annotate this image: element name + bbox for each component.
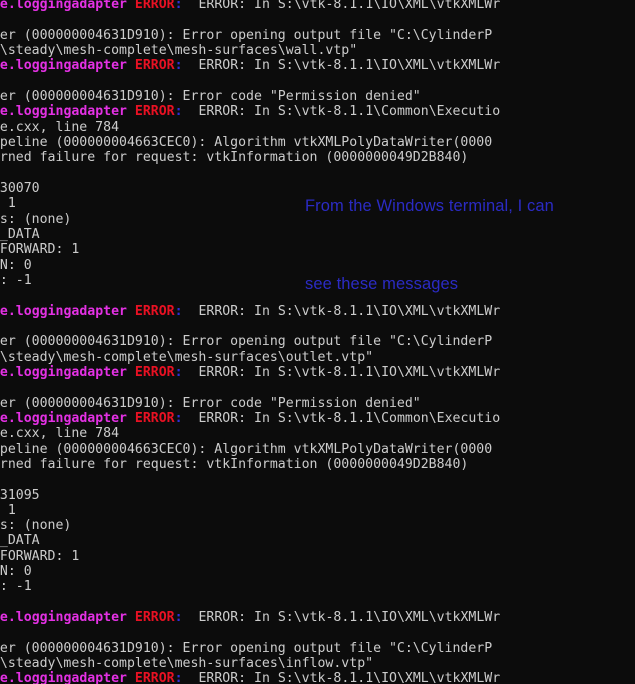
- console-text: 00004631D910) returned failure for reque…: [0, 456, 469, 472]
- console-text-line: nModel\vtkExecutive.cxx, line 784: [0, 120, 635, 135]
- console-text: roject\Simulations\steady\mesh-complete\…: [0, 349, 374, 365]
- log-level-error: ERROR: [134, 303, 175, 319]
- console-text: roject\Simulations\steady\mesh-complete\…: [0, 656, 374, 672]
- log-message: ERROR: In S:\vtk-8.1.1\IO\XML\vtkXMLWr: [182, 671, 501, 684]
- log-line: 29.16 core.mod.core.loggingadapter ERROR…: [0, 58, 635, 73]
- log-logger-name: core.mod.core.loggingadapter: [0, 410, 127, 426]
- log-logger-name: core.mod.core.loggingadapter: [0, 671, 127, 684]
- log-level-error: ERROR: [134, 364, 175, 380]
- console-text: ALGORITHM_AFTER_FORWARD: 1: [0, 242, 80, 258]
- console-text: nModel\vtkExecutive.cxx, line 784: [0, 426, 120, 442]
- log-level-colon: :: [174, 104, 183, 120]
- log-message: ERROR: In S:\vtk-8.1.1\Common\Executio: [182, 104, 501, 120]
- console-text: vtkXMLPolyDataWriter (000000004631D910):…: [0, 27, 493, 43]
- console-text-line: nModel\vtkExecutive.cxx, line 784: [0, 426, 635, 441]
- console-text-line: iter.cxx, line 861: [0, 625, 635, 640]
- console-text: Modified Time: 230070: [0, 180, 40, 196]
- log-level-error: ERROR: [134, 610, 175, 626]
- console-text: roject\Simulations\steady\mesh-complete\…: [0, 42, 358, 58]
- console-text: vtkCompositeDataPipeline (000000004663CE…: [0, 441, 493, 457]
- log-level-error: ERROR: [134, 104, 175, 120]
- log-line: 29.20 core.mod.core.loggingadapter ERROR…: [0, 365, 635, 380]
- console-text: FORWARD_DIRECTION: 0: [0, 564, 32, 580]
- log-message: ERROR: In S:\vtk-8.1.1\IO\XML\vtkXMLWr: [182, 610, 501, 626]
- log-level-colon: :: [174, 671, 183, 684]
- log-line: 29.17 core.mod.core.loggingadapter ERROR…: [0, 104, 635, 119]
- console-text: vtkXMLPolyDataWriter (000000004631D910):…: [0, 88, 421, 104]
- log-logger-name: core.mod.core.loggingadapter: [0, 303, 127, 319]
- log-level-colon: :: [174, 0, 183, 12]
- annotation-line-2: see these messages: [305, 275, 459, 293]
- annotation-line-1: From the Windows terminal, I can: [305, 197, 554, 215]
- console-text-line: Reference Count: 1: [0, 503, 635, 518]
- console-text: Registered Events: (none): [0, 518, 72, 534]
- log-level-error: ERROR: [134, 671, 175, 684]
- console-text-line: iter.cxx, line 864: [0, 74, 635, 89]
- log-line: 29.24 core.mod.core.loggingadapter ERROR…: [0, 610, 635, 625]
- console-text-line: 00004631D910) returned failure for reque…: [0, 457, 635, 472]
- console-text-line: Request: REQUEST_DATA: [0, 533, 635, 548]
- console-text-line: vtkXMLPolyDataWriter (000000004631D910):…: [0, 641, 635, 656]
- console-text: Reference Count: 1: [7, 502, 16, 518]
- log-line: 29.15 core.mod.core.loggingadapter ERROR…: [0, 0, 635, 12]
- log-level-colon: :: [174, 58, 183, 74]
- console-text-line: vtkXMLPolyDataWriter (000000004631D910):…: [0, 28, 635, 43]
- log-logger-name: core.mod.core.loggingadapter: [0, 0, 127, 12]
- log-line: 29.21 core.mod.core.loggingadapter ERROR…: [0, 411, 635, 426]
- console-text-line: iter.cxx, line 864: [0, 380, 635, 395]
- log-level-colon: :: [174, 610, 183, 626]
- console-text-line: Modified Time: 231095: [0, 488, 635, 503]
- console-text-line: Registered Events: (none): [0, 518, 635, 533]
- console-text: Request: REQUEST_DATA: [0, 226, 40, 242]
- console-text-line: roject\Simulations\steady\mesh-complete\…: [0, 43, 635, 58]
- log-level-colon: :: [174, 303, 183, 319]
- log-line: 29.25 core.mod.core.loggingadapter ERROR…: [0, 671, 635, 684]
- console-text-line: FORWARD_DIRECTION: 0: [0, 564, 635, 579]
- console-text: Registered Events: (none): [0, 211, 72, 227]
- log-logger-name: core.mod.core.loggingadapter: [0, 364, 127, 380]
- log-message: ERROR: In S:\vtk-8.1.1\IO\XML\vtkXMLWr: [182, 0, 501, 12]
- console-text: ALGORITHM_AFTER_FORWARD: 1: [0, 548, 80, 564]
- console-text: vtkXMLPolyDataWriter (000000004631D910):…: [0, 395, 421, 411]
- console-text: FROM_OUTPUT_PORT: -1: [0, 272, 32, 288]
- log-level-error: ERROR: [134, 410, 175, 426]
- log-logger-name: core.mod.core.loggingadapter: [0, 58, 127, 74]
- console-text: FROM_OUTPUT_PORT: -1: [0, 579, 32, 595]
- terminal-window[interactable]: 29.15 core.mod.core.loggingadapter ERROR…: [0, 0, 635, 684]
- console-text-line: vtkXMLPolyDataWriter (000000004631D910):…: [0, 396, 635, 411]
- log-level-colon: :: [174, 364, 183, 380]
- console-text-line: roject\Simulations\steady\mesh-complete\…: [0, 656, 635, 671]
- console-text-line: FROM_OUTPUT_PORT: -1: [0, 579, 635, 594]
- console-text-line: vtkCompositeDataPipeline (000000004663CE…: [0, 442, 635, 457]
- log-level-error: ERROR: [134, 0, 175, 12]
- log-level-error: ERROR: [134, 58, 175, 74]
- console-text-line: ALGORITHM_AFTER_FORWARD: 1: [0, 549, 635, 564]
- console-text-line: roject\Simulations\steady\mesh-complete\…: [0, 350, 635, 365]
- console-text-line: vtkXMLPolyDataWriter (000000004631D910):…: [0, 89, 635, 104]
- log-logger-name: core.mod.core.loggingadapter: [0, 104, 127, 120]
- console-text: Reference Count: 1: [7, 196, 16, 212]
- console-text: Modified Time: 231095: [0, 487, 40, 503]
- log-message: ERROR: In S:\vtk-8.1.1\IO\XML\vtkXMLWr: [182, 364, 501, 380]
- log-message: ERROR: In S:\vtk-8.1.1\Common\Executio: [182, 410, 501, 426]
- log-level-colon: :: [174, 410, 183, 426]
- console-text-line: Debug: Off: [0, 472, 635, 487]
- annotation-overlay: From the Windows terminal, I can see the…: [305, 141, 635, 349]
- console-text-line: iter.cxx, line 861: [0, 12, 635, 27]
- log-message: ERROR: In S:\vtk-8.1.1\IO\XML\vtkXMLWr: [182, 58, 501, 74]
- console-text-line: [0, 595, 635, 610]
- console-text: Request: REQUEST_DATA: [0, 533, 40, 549]
- log-logger-name: core.mod.core.loggingadapter: [0, 610, 127, 626]
- console-text: nModel\vtkExecutive.cxx, line 784: [0, 119, 120, 135]
- console-text: FORWARD_DIRECTION: 0: [0, 257, 32, 273]
- console-text: vtkXMLPolyDataWriter (000000004631D910):…: [0, 640, 493, 656]
